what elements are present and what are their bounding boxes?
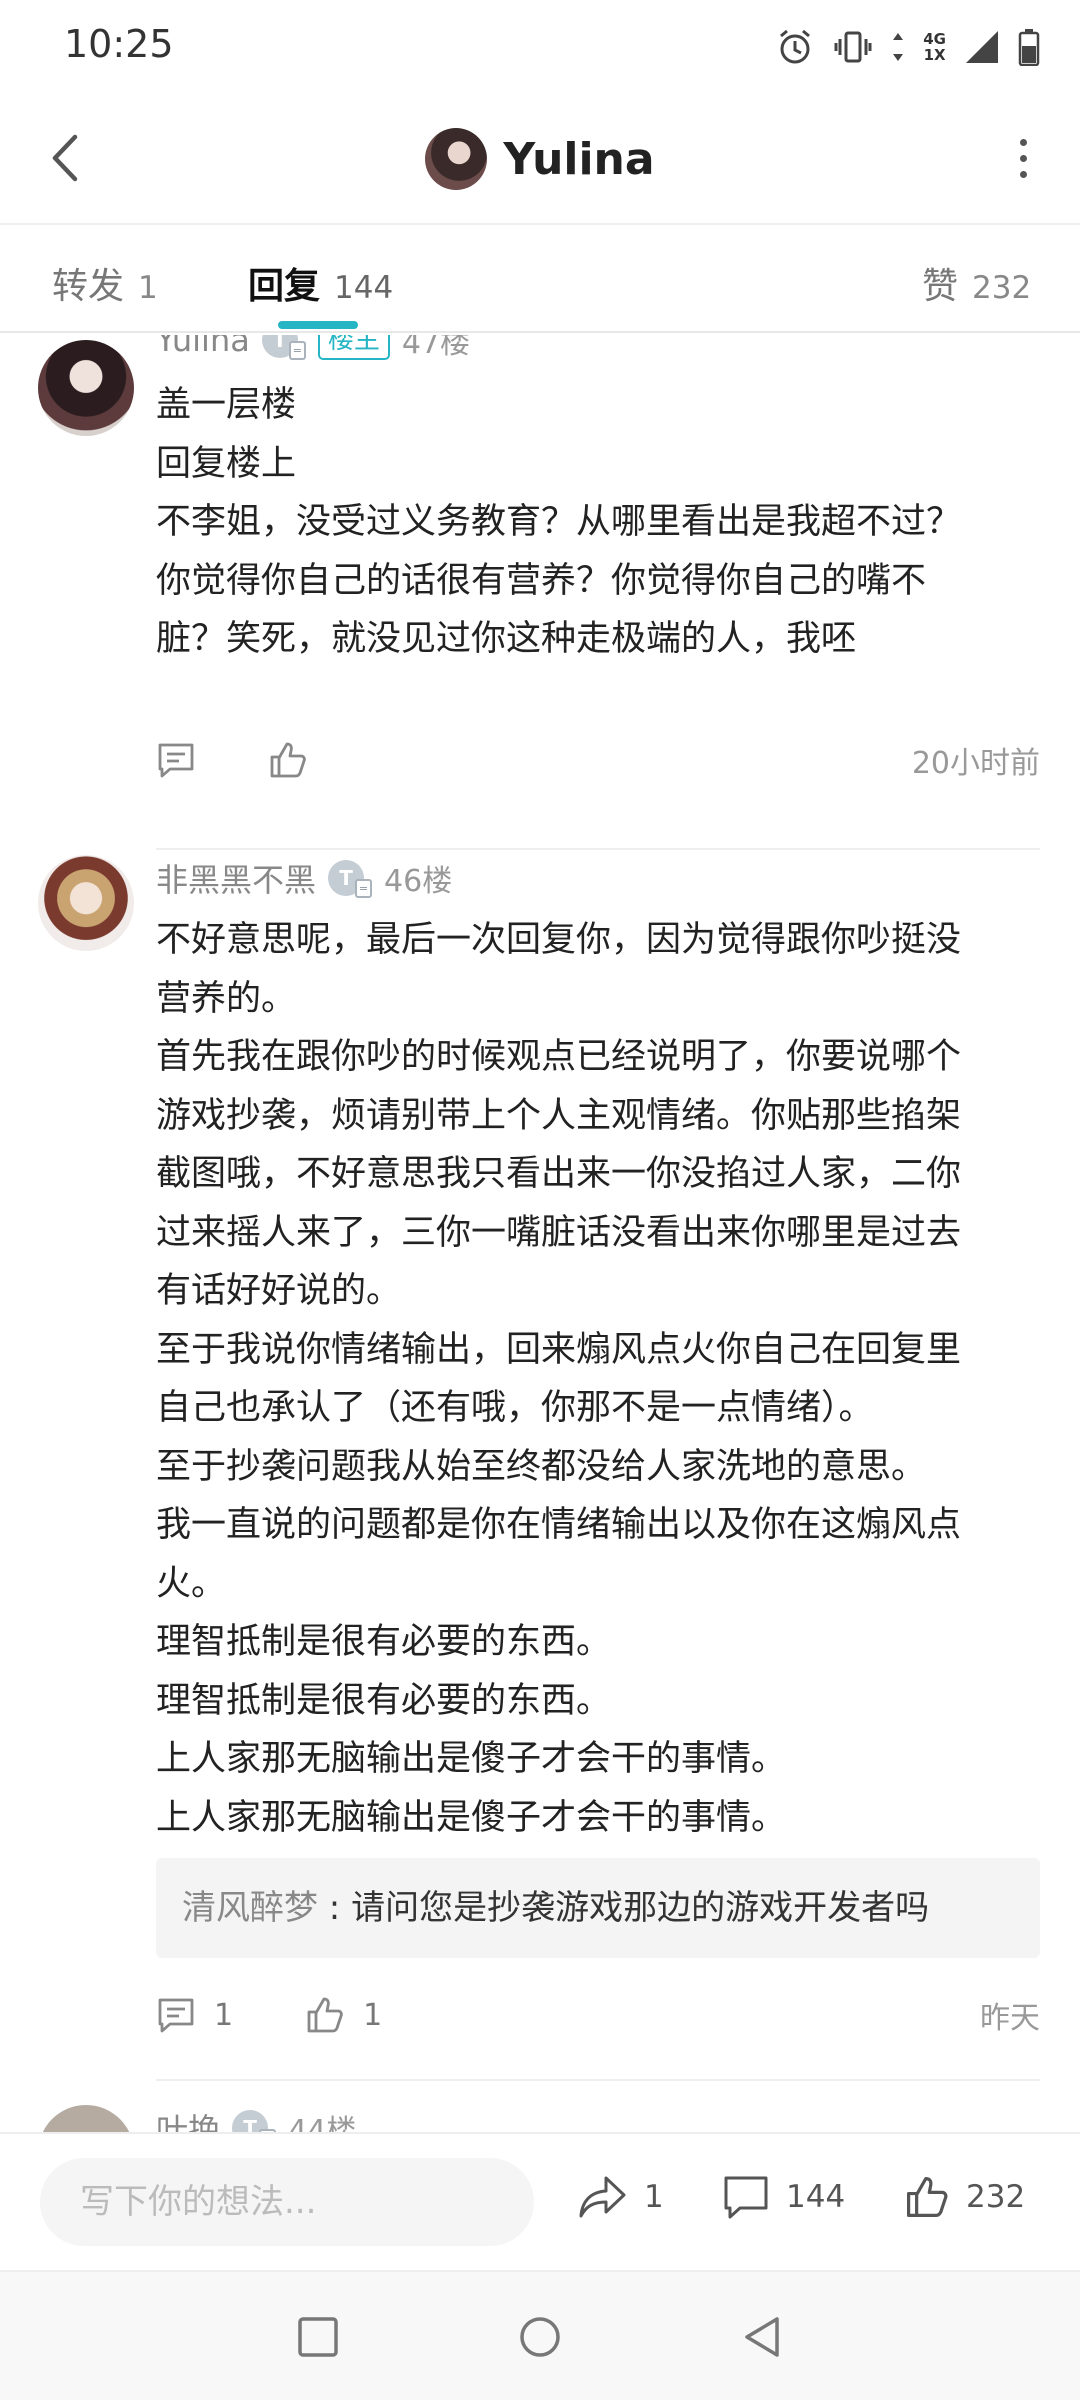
like-button[interactable] [268, 740, 308, 780]
like-button[interactable]: 232 [904, 2174, 1025, 2220]
vibrate-icon [833, 27, 873, 67]
comment-username[interactable]: 叶挽 [156, 2105, 220, 2132]
sub-reply-text: 请问您是抄袭游戏那边的游戏开发者吗 [351, 1888, 930, 1928]
comment-header: 非黑黑不黑 T = 46楼 [156, 855, 452, 901]
triangle-back-icon [745, 2317, 779, 2357]
level-badge-icon: T = [261, 335, 306, 360]
comment-icon [158, 1998, 194, 2033]
title-bar: Yulina [0, 95, 1080, 223]
share-icon [579, 2176, 626, 2218]
like-button[interactable]: 1 [305, 1995, 382, 2035]
more-dot-icon [1019, 154, 1027, 162]
comment-time: 20小时前 [911, 746, 1040, 781]
home-button[interactable] [505, 2302, 575, 2372]
like-count: 232 [966, 2179, 1026, 2215]
comment-body: 盖一层楼 回复楼上 不李姐，没受过义务教育？从哪里看出是我超不过？ 你觉得你自己… [156, 385, 962, 659]
tab-likes[interactable]: 赞 232 [922, 257, 1031, 309]
comment-count: 144 [786, 2179, 846, 2215]
comment-username[interactable]: 非黑黑不黑 [156, 855, 316, 901]
comment-actions: 20小时前 [156, 730, 1040, 790]
share-count: 1 [644, 2179, 664, 2215]
divider [156, 848, 1040, 850]
avatar[interactable] [38, 2105, 134, 2132]
comment-body: 不好意思呢，最后一次回复你，因为觉得跟你吵挺没 营养的。 首先我在跟你吵的时候观… [156, 920, 962, 1838]
signal-icon [964, 29, 1000, 65]
tab-reposts[interactable]: 转发 1 [52, 257, 158, 309]
floor-number: 46楼 [384, 864, 453, 899]
avatar[interactable] [38, 340, 134, 436]
comment-item: Yulina T = 楼主 47楼 盖一层楼 回复楼上 不李姐，没受过义务教育？… [0, 335, 1080, 850]
system-nav-bar [0, 2270, 1080, 2400]
like-count: 1 [363, 1997, 383, 2033]
thumbs-up-icon [307, 1997, 343, 2033]
floor-number: 44楼 [288, 2114, 357, 2132]
battery-icon [1018, 28, 1040, 66]
tab-replies[interactable]: 回复 144 [248, 257, 393, 309]
thumbs-up-icon [270, 742, 306, 778]
data-arrows-icon [891, 30, 905, 64]
back-nav-button[interactable] [728, 2302, 798, 2372]
comment-username[interactable]: Yulina [156, 335, 250, 359]
reply-button[interactable]: 1 [156, 1995, 233, 2035]
comment-input[interactable] [40, 2158, 534, 2246]
sub-reply[interactable]: 清风醉梦 : 请问您是抄袭游戏那边的游戏开发者吗 [156, 1858, 1040, 1958]
reply-count: 1 [214, 1997, 234, 2033]
floor-number: 47楼 [401, 335, 471, 361]
thumbs-up-icon [906, 2176, 948, 2218]
level-badge-icon: T = [232, 2108, 277, 2132]
level-badge-icon: T = [328, 858, 373, 898]
tab-bar: 转发 1 回复 144 赞 232 [0, 223, 1080, 333]
status-time: 10:25 [64, 22, 174, 66]
status-icons: 4G 1X [775, 24, 1040, 70]
more-dot-icon [1019, 170, 1027, 178]
comment-actions: 1 1 昨天 [156, 1985, 1040, 2045]
tab-active-indicator [278, 321, 358, 329]
circle-icon [520, 2317, 560, 2357]
comment-header: Yulina T = 楼主 47楼 [156, 335, 470, 362]
owner-tag: 楼主 [317, 335, 390, 360]
sub-reply-username[interactable]: 清风醉梦 [182, 1888, 318, 1928]
more-options-button[interactable] [986, 121, 1060, 195]
reply-button[interactable] [156, 740, 196, 780]
title-user[interactable]: Yulina [0, 119, 1080, 199]
comment-icon [724, 2176, 768, 2219]
comment-header: 叶挽 T = 44楼 [156, 2105, 356, 2132]
comment-icon [158, 743, 194, 778]
comment-button[interactable]: 144 [722, 2174, 845, 2220]
status-bar: 10:25 4G 1X [0, 0, 1080, 95]
square-icon [298, 2317, 338, 2357]
divider [156, 2079, 1040, 2081]
recents-button[interactable] [283, 2302, 353, 2372]
comment-item: 非黑黑不黑 T = 46楼 不好意思呢，最后一次回复你，因为觉得跟你吵挺没 营养… [0, 855, 1080, 2085]
bottom-action-bar: 1 144 232 [0, 2132, 1080, 2270]
comment-item: 叶挽 T = 44楼 [0, 2105, 1080, 2132]
alarm-icon [775, 27, 815, 67]
network-type-label: 4G 1X [923, 30, 946, 64]
share-button[interactable]: 1 [578, 2174, 664, 2220]
comment-feed[interactable]: Yulina T = 楼主 47楼 盖一层楼 回复楼上 不李姐，没受过义务教育？… [0, 335, 1080, 2132]
avatar[interactable] [38, 855, 134, 951]
avatar[interactable] [425, 128, 488, 190]
more-dot-icon [1019, 138, 1027, 146]
page-title: Yulina [503, 133, 655, 185]
comment-time: 昨天 [980, 2001, 1040, 2036]
